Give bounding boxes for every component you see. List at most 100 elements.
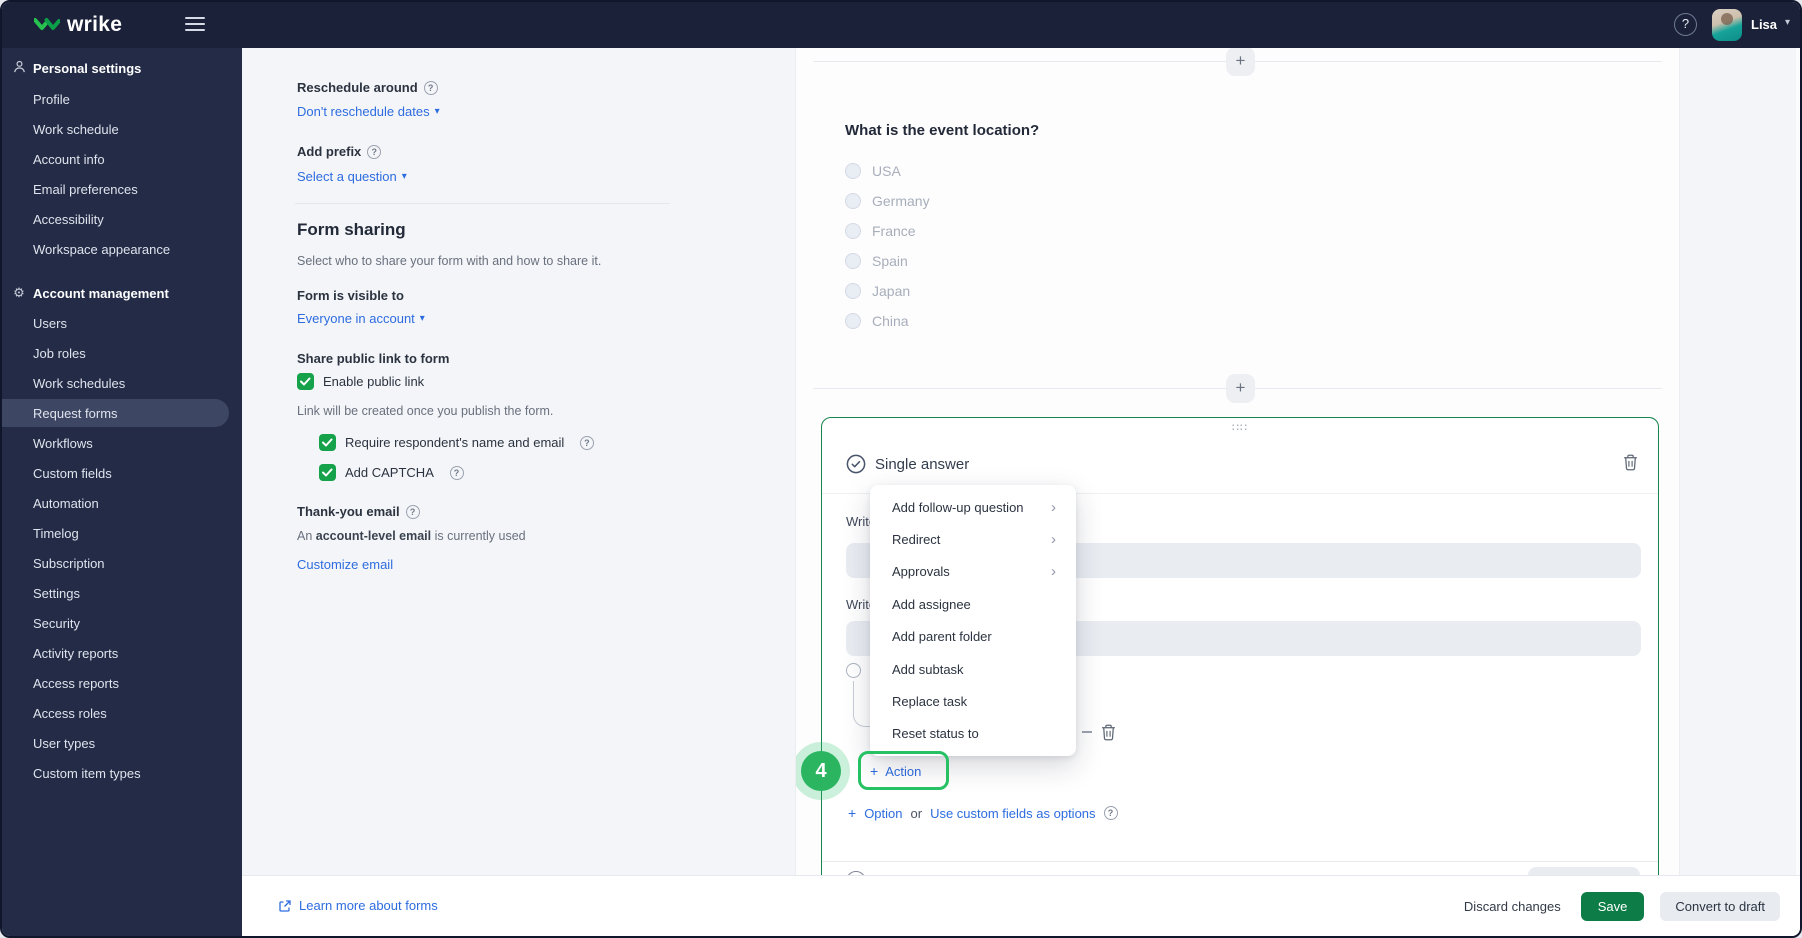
sidebar-item-access-roles[interactable]: Access roles — [2, 699, 242, 727]
question-title[interactable]: What is the event location? — [845, 122, 1039, 139]
answer-option-row[interactable]: USA — [845, 162, 901, 179]
sidebar-item-request-forms[interactable]: Request forms — [2, 399, 229, 427]
question-type: Single answer — [846, 454, 969, 474]
sidebar-item-user-types[interactable]: User types — [2, 729, 242, 757]
sidebar-item-access-reports[interactable]: Access reports — [2, 669, 242, 697]
card-section-divider — [822, 861, 1658, 862]
sidebar-item-workspace-appearance[interactable]: Workspace appearance — [2, 235, 242, 263]
sidebar-item-workflows[interactable]: Workflows — [2, 429, 242, 457]
enable-public-link-checkbox[interactable]: Enable public link — [297, 373, 424, 390]
avatar[interactable] — [1712, 9, 1742, 41]
add-option-button[interactable]: Option — [864, 806, 902, 821]
form-visible-label: Form is visible to — [297, 288, 404, 303]
drag-handle-icon[interactable]: ∷∷ — [822, 421, 1658, 434]
question-mark-icon[interactable]: ? — [579, 435, 594, 450]
sidebar-item-work-schedules[interactable]: Work schedules — [2, 369, 242, 397]
option-actions-row: + Option or Use custom fields as options… — [848, 805, 1118, 821]
question-mark-icon[interactable]: ? — [449, 465, 464, 480]
action-dropdown-menu: Add follow-up question › Redirect › Approv… — [870, 485, 1076, 756]
form-sharing-description: Select who to share your form with and h… — [297, 254, 602, 268]
public-link-note: Link will be created once you publish th… — [297, 404, 554, 418]
user-name[interactable]: Lisa — [1751, 17, 1777, 32]
answer-option-row[interactable]: China — [845, 312, 909, 329]
next-question-button[interactable] — [1528, 867, 1640, 875]
chevron-down-icon[interactable]: ▾ — [1785, 17, 1790, 28]
radio-icon[interactable] — [845, 282, 861, 299]
sidebar-section-personal-settings[interactable]: Personal settings — [2, 54, 242, 82]
radio-icon[interactable] — [845, 222, 861, 239]
add-action-button[interactable]: + Action — [870, 763, 921, 779]
convert-to-draft-button[interactable]: Convert to draft — [1660, 892, 1780, 921]
sidebar-item-users[interactable]: Users — [2, 309, 242, 337]
hamburger-menu-icon[interactable] — [185, 17, 205, 33]
sidebar-item-automation[interactable]: Automation — [2, 489, 242, 517]
add-question-button-middle[interactable]: + — [1226, 374, 1255, 403]
section-divider — [295, 203, 670, 204]
menu-item-redirect[interactable]: Redirect › — [870, 523, 1076, 555]
wrike-logo[interactable]: wrike — [34, 13, 122, 37]
customize-email-link[interactable]: Customize email — [297, 557, 393, 572]
help-icon[interactable]: ? — [1674, 13, 1697, 36]
submenu-arrow-icon: › — [1051, 563, 1056, 581]
footer-bar: Learn more about forms Discard changes S… — [242, 875, 1800, 936]
sidebar-item-settings[interactable]: Settings — [2, 579, 242, 607]
external-link-icon — [279, 899, 291, 912]
sidebar-item-activity-reports[interactable]: Activity reports — [2, 639, 242, 667]
select-question-dropdown[interactable]: Select a question ▾ — [297, 169, 407, 184]
chevron-down-icon: ▾ — [419, 313, 425, 324]
sidebar-item-accessibility[interactable]: Accessibility — [2, 205, 242, 233]
option-radio-icon[interactable] — [846, 663, 861, 678]
radio-icon[interactable] — [845, 252, 861, 269]
answer-option-row[interactable]: Spain — [845, 252, 908, 269]
require-name-email-checkbox[interactable]: Require respondent's name and email ? — [319, 434, 594, 451]
delete-question-button[interactable] — [1623, 454, 1638, 476]
action-placeholder-dash — [1082, 731, 1092, 733]
sidebar-section-account-management[interactable]: ⚙ Account management — [2, 279, 242, 307]
sidebar-item-account-info[interactable]: Account info — [2, 145, 242, 173]
sidebar-item-security[interactable]: Security — [2, 609, 242, 637]
sidebar-item-work-schedule[interactable]: Work schedule — [2, 115, 242, 143]
menu-item-add-assignee[interactable]: Add assignee — [870, 588, 1076, 620]
answer-option-row[interactable]: France — [845, 222, 916, 239]
single-answer-icon — [846, 454, 866, 474]
radio-icon[interactable] — [845, 192, 861, 209]
plus-icon: + — [870, 763, 879, 779]
checkbox-checked-icon — [297, 373, 314, 390]
menu-item-approvals[interactable]: Approvals › — [870, 556, 1076, 588]
person-icon — [11, 60, 27, 76]
reschedule-dates-dropdown[interactable]: Don't reschedule dates ▾ — [297, 104, 440, 119]
sidebar-item-timelog[interactable]: Timelog — [2, 519, 242, 547]
checkbox-checked-icon — [319, 464, 336, 481]
submenu-arrow-icon: › — [1051, 498, 1056, 516]
form-sharing-title: Form sharing — [297, 220, 406, 239]
add-captcha-checkbox[interactable]: Add CAPTCHA ? — [319, 464, 464, 481]
menu-item-replace-task[interactable]: Replace task — [870, 685, 1076, 717]
radio-icon[interactable] — [845, 312, 861, 329]
delete-action-button[interactable] — [1101, 724, 1116, 746]
sidebar: Personal settings Profile Work schedule … — [2, 48, 242, 936]
use-custom-fields-link[interactable]: Use custom fields as options — [930, 806, 1095, 821]
menu-item-reset-status-to[interactable]: Reset status to — [870, 718, 1076, 750]
scrollbar-track[interactable] — [1796, 48, 1800, 875]
menu-item-add-parent-folder[interactable]: Add parent folder — [870, 621, 1076, 653]
answer-option-row[interactable]: Japan — [845, 282, 910, 299]
question-mark-icon[interactable]: ? — [405, 504, 420, 519]
save-button[interactable]: Save — [1580, 892, 1645, 921]
question-mark-icon[interactable]: ? — [423, 80, 438, 95]
menu-item-add-subtask[interactable]: Add subtask — [870, 653, 1076, 685]
visible-to-dropdown[interactable]: Everyone in account ▾ — [297, 311, 425, 326]
question-mark-icon[interactable]: ? — [1103, 806, 1118, 820]
discard-changes-button[interactable]: Discard changes — [1460, 892, 1565, 921]
radio-icon[interactable] — [845, 162, 861, 179]
question-mark-icon[interactable]: ? — [367, 144, 382, 159]
sidebar-item-email-preferences[interactable]: Email preferences — [2, 175, 242, 203]
menu-item-add-follow-up-question[interactable]: Add follow-up question › — [870, 491, 1076, 523]
sidebar-item-custom-item-types[interactable]: Custom item types — [2, 759, 242, 787]
add-question-button-top[interactable]: + — [1226, 48, 1255, 76]
sidebar-item-profile[interactable]: Profile — [2, 85, 242, 113]
learn-more-link[interactable]: Learn more about forms — [278, 898, 438, 913]
answer-option-row[interactable]: Germany — [845, 192, 930, 209]
sidebar-item-subscription[interactable]: Subscription — [2, 549, 242, 577]
sidebar-item-custom-fields[interactable]: Custom fields — [2, 459, 242, 487]
sidebar-item-job-roles[interactable]: Job roles — [2, 339, 242, 367]
